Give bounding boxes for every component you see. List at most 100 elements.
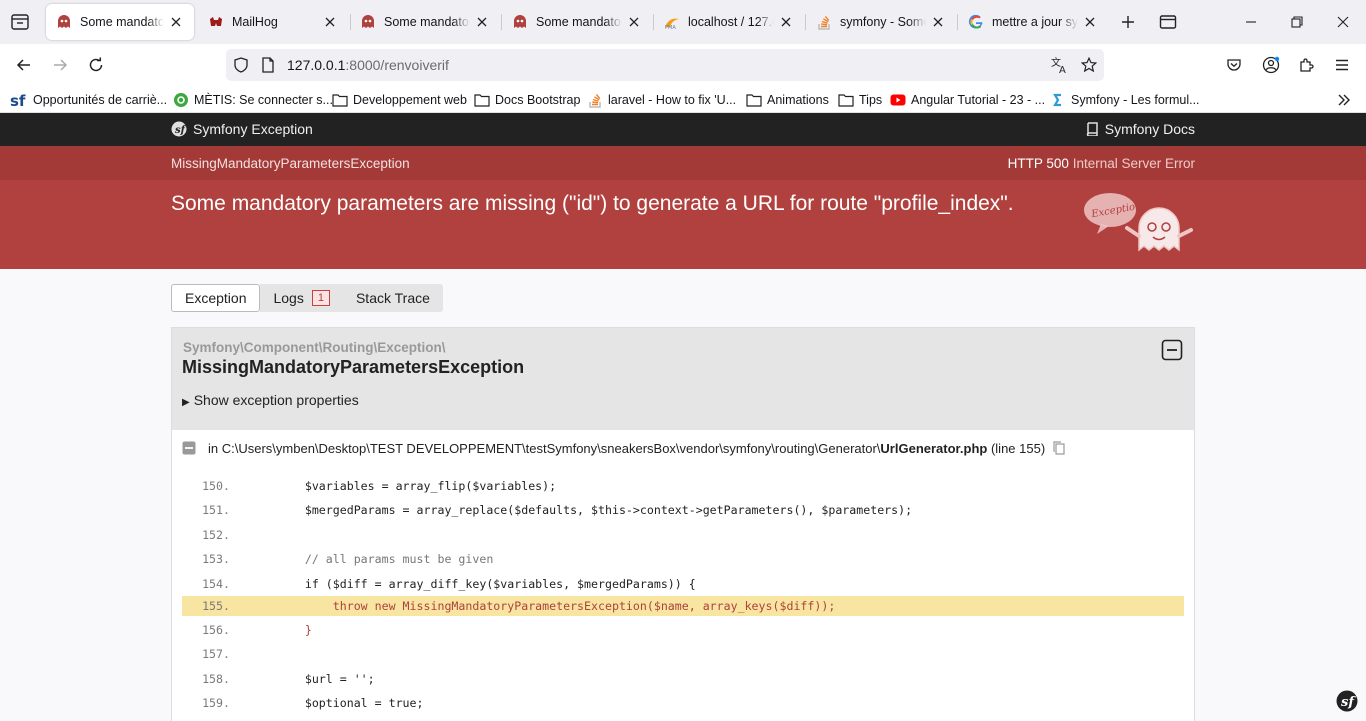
- copy-icon[interactable]: [1053, 441, 1065, 455]
- menu-icon[interactable]: [1328, 51, 1356, 79]
- shield-icon[interactable]: [232, 56, 250, 74]
- exception-message: Some mandatory parameters are missing ("…: [171, 192, 1014, 215]
- trace-file[interactable]: UrlGenerator.php: [880, 441, 987, 456]
- folder-icon: [838, 92, 854, 108]
- restore-icon[interactable]: [1283, 8, 1311, 36]
- back-icon[interactable]: [10, 51, 38, 79]
- sf-icon: sf: [10, 92, 28, 108]
- tab-exception[interactable]: Exception: [171, 284, 261, 312]
- symfony-toolbar-toggle-icon[interactable]: sf: [1336, 690, 1358, 712]
- symfony-brand[interactable]: sf Symfony Exception: [171, 121, 313, 137]
- bookmark-5[interactable]: Animations: [746, 90, 829, 109]
- symfony-ghost-icon: [360, 14, 376, 30]
- bookmark-star-icon[interactable]: [1080, 56, 1098, 74]
- bookmark-label: MÈTIS: Se connecter s...: [194, 92, 333, 107]
- line-number: 155.: [202, 599, 230, 613]
- bookmark-1[interactable]: MÈTIS: Se connecter s...: [173, 90, 333, 109]
- show-exception-properties[interactable]: ▶ Show exception properties: [182, 392, 359, 408]
- tab-label: localhost / 127.0.0.1: [688, 15, 774, 29]
- url-bar[interactable]: 127.0.0.1:8000/renvoiverif 文A: [226, 49, 1104, 81]
- window-close-icon[interactable]: [1329, 8, 1357, 36]
- extensions-icon[interactable]: [1292, 51, 1320, 79]
- tab-6[interactable]: mettre a jour symfony: [958, 4, 1108, 40]
- tab-0[interactable]: Some mandatory parameters: [46, 4, 194, 40]
- tab-logs[interactable]: Logs 1: [260, 284, 343, 312]
- tab-2[interactable]: Some mandatory parameters: [350, 4, 500, 40]
- show-props-label: Show exception properties: [193, 392, 359, 408]
- symfony-docs-link[interactable]: Symfony Docs: [1085, 121, 1195, 137]
- symfony-topbar: sf Symfony Exception Symfony Docs: [0, 113, 1366, 146]
- symfonycasts-icon: [1050, 92, 1066, 108]
- new-tab-icon[interactable]: [1116, 10, 1140, 34]
- folder-icon: [474, 92, 490, 108]
- line-number: 151.: [202, 503, 230, 517]
- line-code: $url = '';: [249, 672, 375, 686]
- status-code: HTTP 500: [1007, 156, 1069, 171]
- url-host: 127.0.0.1: [287, 57, 346, 73]
- tab-groups-icon[interactable]: [1156, 10, 1180, 34]
- folder-icon: [746, 92, 762, 108]
- bookmark-label: Symfony - Les formul...: [1071, 92, 1200, 107]
- bookmark-4[interactable]: laravel - How to fix 'U...: [587, 90, 736, 109]
- google-icon: [968, 14, 984, 30]
- forward-icon[interactable]: [46, 51, 74, 79]
- pocket-icon[interactable]: [1220, 51, 1248, 79]
- exception-ghost-illustration: Exception!: [1083, 186, 1195, 261]
- close-icon[interactable]: [322, 14, 338, 30]
- url-text[interactable]: 127.0.0.1:8000/renvoiverif: [287, 57, 449, 73]
- exception-panel: Symfony\Component\Routing\Exception\ Mis…: [171, 327, 1195, 721]
- tab-3[interactable]: Some mandatory parameters: [502, 4, 652, 40]
- tab-1[interactable]: MailHog: [198, 4, 348, 40]
- bookmark-label: Developpement web: [353, 92, 467, 107]
- tab-label: Some mandatory parameters: [80, 15, 164, 29]
- close-icon[interactable]: [778, 14, 794, 30]
- collapse-toggle-icon[interactable]: [1161, 339, 1183, 361]
- phpmyadmin-icon: PMA: [664, 14, 680, 30]
- tab-list-icon[interactable]: [8, 10, 32, 34]
- svg-text:sf: sf: [175, 125, 187, 136]
- tab-stack-trace[interactable]: Stack Trace: [342, 284, 443, 312]
- reload-icon[interactable]: [82, 51, 110, 79]
- close-icon[interactable]: [626, 14, 642, 30]
- svg-text:sf: sf: [10, 92, 26, 108]
- line-number: 153.: [202, 552, 230, 566]
- bookmark-label: Animations: [767, 92, 829, 107]
- trace-line-number: (line 155): [990, 440, 1046, 456]
- bookmark-7[interactable]: Angular Tutorial - 23 - ...: [890, 90, 1045, 109]
- mailhog-pig-icon: [208, 14, 224, 30]
- bookmark-3[interactable]: Docs Bootstrap: [474, 90, 580, 109]
- bookmark-0[interactable]: sf Opportunités de carriè...: [10, 90, 167, 109]
- highlighted-code-line: 155. throw new MissingMandatoryParameter…: [182, 596, 1184, 616]
- account-icon[interactable]: [1257, 51, 1285, 79]
- close-icon[interactable]: [168, 14, 184, 30]
- code-excerpt: 150. $variables = array_flip($variables)…: [182, 466, 1184, 721]
- symfony-logo-icon: sf: [171, 121, 187, 137]
- tab-5[interactable]: symfony - Some mandatory: [806, 4, 956, 40]
- line-code: $mergedParams = array_replace($defaults,…: [249, 503, 913, 517]
- line-number: 152.: [202, 528, 230, 542]
- exception-tabs: Exception Logs 1 Stack Trace: [171, 284, 443, 312]
- exception-namespace: Symfony\Component\Routing\Exception\: [183, 340, 446, 355]
- close-icon[interactable]: [930, 14, 946, 30]
- line-code: $optional = true;: [249, 696, 424, 710]
- tab-4[interactable]: PMA localhost / 127.0.0.1: [654, 4, 804, 40]
- exception-class: MissingMandatoryParametersException: [171, 156, 410, 171]
- bookmark-8[interactable]: Symfony - Les formul...: [1050, 90, 1200, 109]
- code-line: 151. $mergedParams = array_replace($defa…: [182, 500, 1184, 520]
- bookmark-2[interactable]: Developpement web: [332, 90, 467, 109]
- close-icon[interactable]: [474, 14, 490, 30]
- more-bookmarks-icon[interactable]: [1337, 90, 1351, 109]
- translate-icon[interactable]: 文A: [1051, 56, 1069, 74]
- line-number: 157.: [202, 647, 230, 661]
- minimize-icon[interactable]: [1237, 8, 1265, 36]
- close-icon[interactable]: [1082, 14, 1098, 30]
- line-code: if ($diff = array_diff_key($variables, $…: [249, 577, 696, 591]
- tab-label: mettre a jour symfony: [992, 15, 1078, 29]
- page-icon[interactable]: [259, 56, 277, 74]
- code-line: 158. $url = '';: [182, 669, 1184, 689]
- trace-location: in C:\Users\ymben\Desktop\TEST DEVELOPPE…: [182, 438, 1065, 458]
- line-code: $variables = array_flip($variables);: [249, 479, 557, 493]
- collapse-trace-icon[interactable]: [182, 441, 196, 455]
- book-icon: [1085, 122, 1099, 136]
- bookmark-6[interactable]: Tips: [838, 90, 882, 109]
